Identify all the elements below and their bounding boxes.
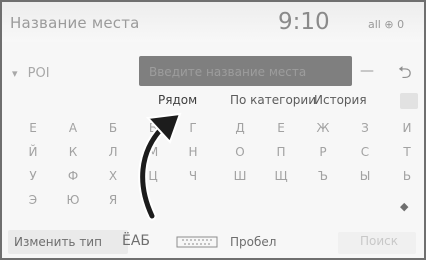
key[interactable]: С bbox=[352, 142, 378, 162]
search-button-label: Поиск bbox=[360, 234, 399, 248]
return-icon[interactable]: ⮌ bbox=[398, 60, 412, 89]
keyboard-icon[interactable] bbox=[176, 236, 218, 248]
key[interactable]: Ч bbox=[180, 166, 206, 186]
change-type-label: Изменить тип bbox=[14, 235, 102, 249]
key[interactable]: Е bbox=[20, 118, 46, 138]
key[interactable]: У bbox=[20, 166, 46, 186]
key[interactable]: Б bbox=[100, 118, 126, 138]
space-button[interactable]: Пробел bbox=[230, 235, 276, 249]
key[interactable]: З bbox=[352, 118, 378, 138]
key[interactable]: В bbox=[140, 118, 166, 138]
scroll-down-icon[interactable]: ◆ bbox=[400, 200, 408, 213]
tab-more-button[interactable] bbox=[400, 93, 418, 109]
key[interactable]: Щ bbox=[268, 166, 294, 186]
backspace-icon[interactable]: — bbox=[360, 63, 374, 79]
key[interactable]: Г bbox=[180, 118, 206, 138]
key[interactable]: Д bbox=[227, 118, 253, 138]
tab-bar: Рядом По категории История bbox=[2, 91, 424, 113]
tab-nearby[interactable]: Рядом bbox=[158, 93, 197, 107]
key[interactable]: П bbox=[268, 142, 294, 162]
key[interactable]: Н bbox=[180, 142, 206, 162]
key[interactable]: Ф bbox=[60, 166, 86, 186]
script-toggle[interactable]: ЁАБ bbox=[122, 233, 150, 249]
key[interactable]: Й bbox=[20, 142, 46, 162]
key[interactable]: И bbox=[394, 118, 420, 138]
clock: 9:10 bbox=[278, 9, 330, 35]
search-button[interactable]: Поиск bbox=[338, 232, 416, 254]
key[interactable]: К bbox=[60, 142, 86, 162]
key[interactable]: Х bbox=[100, 166, 126, 186]
search-placeholder: Введите название места bbox=[149, 65, 307, 79]
key[interactable]: Ь bbox=[394, 166, 420, 186]
screen-title: Название места bbox=[10, 14, 140, 32]
key[interactable]: Ъ bbox=[310, 166, 336, 186]
key[interactable]: Т bbox=[394, 142, 420, 162]
key[interactable]: М bbox=[140, 142, 166, 162]
poi-pin-icon: ▾ bbox=[12, 67, 18, 80]
key[interactable]: Ю bbox=[60, 190, 86, 210]
search-input[interactable]: Введите название места bbox=[139, 56, 352, 86]
key[interactable]: Ж bbox=[310, 118, 336, 138]
search-row: ▾ РОІ Введите название места — ⮌ bbox=[2, 52, 424, 90]
key[interactable]: Е bbox=[268, 118, 294, 138]
key[interactable]: Ц bbox=[140, 166, 166, 186]
poi-filter[interactable]: ▾ РОІ bbox=[12, 66, 50, 81]
key[interactable]: Ы bbox=[352, 166, 378, 186]
key[interactable]: О bbox=[227, 142, 253, 162]
key[interactable]: Р bbox=[310, 142, 336, 162]
tab-history[interactable]: История bbox=[314, 93, 367, 107]
key[interactable]: Ш bbox=[227, 166, 253, 186]
navigation-screen: Название места 9:10 all ⊕ 0 ▾ РОІ Введит… bbox=[0, 0, 426, 260]
key[interactable]: Я bbox=[100, 190, 126, 210]
key[interactable]: А bbox=[60, 118, 86, 138]
bottom-bar: Изменить тип ЁАБ Пробел Поиск bbox=[2, 230, 424, 258]
poi-filter-label: РОІ bbox=[27, 66, 50, 81]
key[interactable]: Э bbox=[20, 190, 46, 210]
status-bar: Название места 9:10 all ⊕ 0 bbox=[2, 2, 424, 42]
signal-indicator: all ⊕ 0 bbox=[368, 18, 405, 31]
tab-category[interactable]: По категории bbox=[230, 93, 316, 107]
key[interactable]: Л bbox=[100, 142, 126, 162]
